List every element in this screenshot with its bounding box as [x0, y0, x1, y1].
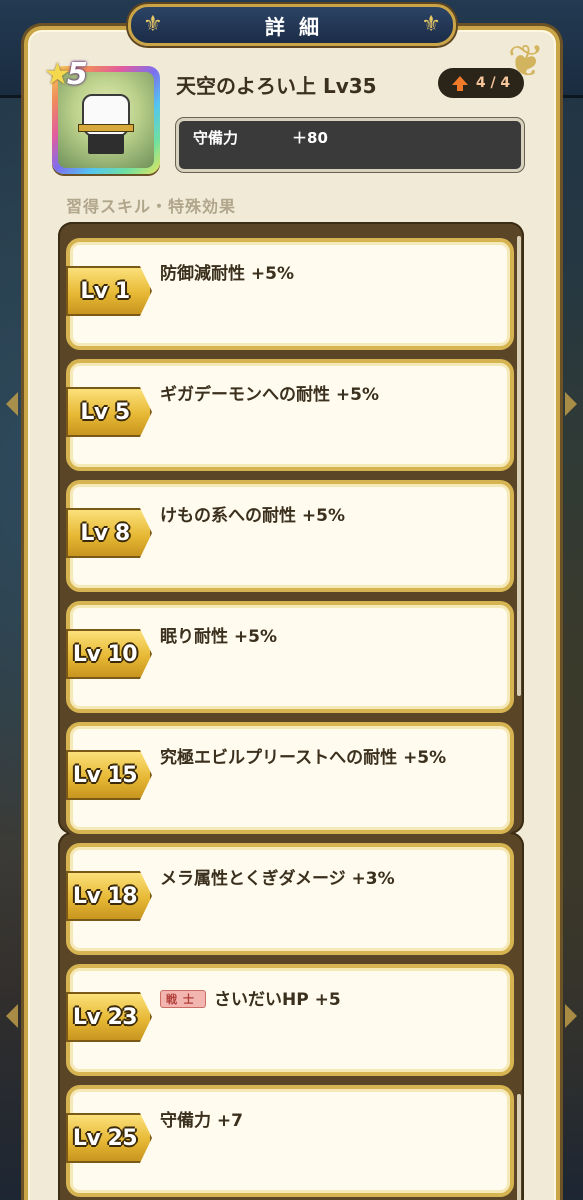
skill-text: 防御減耐性 +5% [160, 264, 295, 284]
level-tab: Lv 8 [66, 508, 152, 558]
scrollbar[interactable] [517, 236, 521, 696]
stat-label: 守備力 [193, 129, 239, 147]
title-plate: ⚜ 詳細 ⚜ [128, 4, 456, 46]
job-tag: 戦士 [160, 990, 206, 1008]
skill-text: 眠り耐性 +5% [160, 627, 278, 647]
upgrade-count: 4 / 4 [475, 75, 511, 91]
level-tab: Lv 18 [66, 871, 152, 921]
rarity-value: 5 [66, 57, 88, 92]
skill-text: 戦士 さいだいHP +5 [160, 985, 341, 1010]
item-name: 天空のよろい上 Lv35 [176, 74, 377, 98]
next-arrow-icon[interactable] [565, 392, 577, 416]
scrollbar[interactable] [517, 1094, 521, 1200]
rarity-badge: ★ 5 [44, 56, 102, 94]
level-label: Lv 25 [72, 1125, 138, 1151]
level-tab: Lv 23 [66, 992, 152, 1042]
level-label: Lv 5 [80, 399, 130, 425]
level-label: Lv 23 [72, 1004, 138, 1030]
level-label: Lv 1 [80, 278, 130, 304]
level-tab: Lv 1 [66, 266, 152, 316]
level-tab: Lv 15 [66, 750, 152, 800]
level-tab: Lv 10 [66, 629, 152, 679]
section-label: 習得スキル・特殊効果 [66, 197, 237, 216]
stat-box: 守備力 ＋80 [176, 118, 524, 172]
next-arrow-icon[interactable] [565, 1004, 577, 1028]
stat-value: ＋80 [292, 129, 328, 147]
level-label: Lv 15 [72, 762, 138, 788]
page-title: 詳細 [265, 14, 333, 39]
level-tab: Lv 25 [66, 1113, 152, 1163]
level-label: Lv 18 [72, 883, 138, 909]
upgrade-badge: 4 / 4 [438, 68, 524, 98]
skill-text: 究極エビルプリーストへの耐性 +5% [160, 748, 447, 768]
level-label: Lv 8 [80, 520, 130, 546]
skill-text: けもの系への耐性 +5% [160, 506, 346, 526]
prev-arrow-icon[interactable] [6, 1004, 18, 1028]
fleur-de-lis-icon: ⚜ [143, 12, 163, 37]
fleur-de-lis-icon: ⚜ [421, 12, 441, 37]
skill-text: 守備力 +7 [160, 1111, 243, 1131]
skill-text: メラ属性とくぎダメージ +3% [160, 869, 395, 889]
level-label: Lv 10 [72, 641, 138, 667]
up-arrow-icon [451, 75, 468, 91]
prev-arrow-icon[interactable] [6, 392, 18, 416]
skill-text-body: さいだいHP +5 [214, 990, 341, 1010]
skill-text: ギガデーモンへの耐性 +5% [160, 385, 380, 405]
level-tab: Lv 5 [66, 387, 152, 437]
